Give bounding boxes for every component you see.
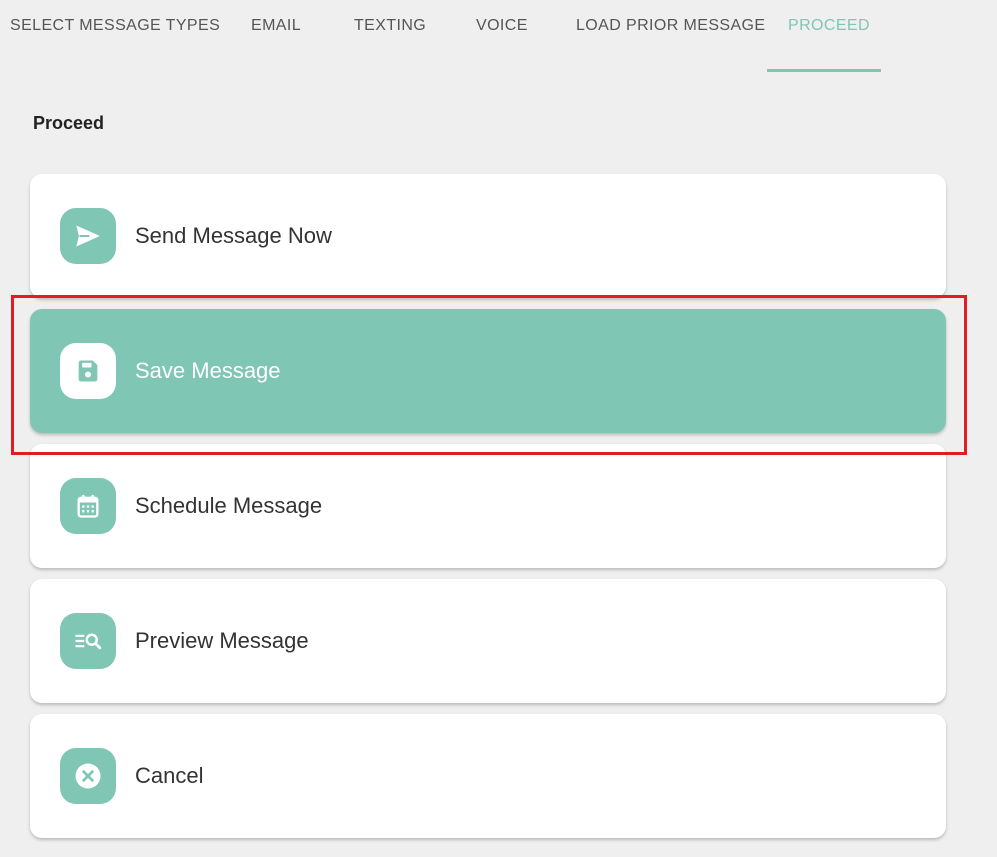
save-icon (60, 343, 116, 399)
proceed-page: SELECT MESSAGE TYPES EMAIL TEXTING VOICE… (0, 0, 997, 857)
cancel-icon (60, 748, 116, 804)
cancel-button[interactable]: Cancel (30, 714, 946, 838)
tab-voice[interactable]: VOICE (476, 17, 528, 35)
tab-select-message-types[interactable]: SELECT MESSAGE TYPES (10, 17, 220, 35)
tab-texting[interactable]: TEXTING (354, 17, 426, 35)
calendar-icon (60, 478, 116, 534)
tab-email[interactable]: EMAIL (251, 17, 301, 35)
preview-message-button[interactable]: Preview Message (30, 579, 946, 703)
schedule-message-button[interactable]: Schedule Message (30, 444, 946, 568)
section-title: Proceed (33, 113, 105, 133)
tab-proceed[interactable]: PROCEED (788, 17, 870, 35)
preview-search-icon (60, 613, 116, 669)
save-message-button[interactable]: Save Message (30, 309, 946, 433)
active-tab-indicator (767, 69, 881, 72)
save-message-label: Save Message (135, 358, 281, 383)
cancel-label: Cancel (135, 763, 204, 788)
schedule-message-label: Schedule Message (135, 493, 323, 518)
send-icon (60, 208, 116, 264)
send-message-now-button[interactable]: Send Message Now (30, 174, 946, 298)
tab-bar: SELECT MESSAGE TYPES EMAIL TEXTING VOICE… (0, 0, 997, 72)
send-message-now-label: Send Message Now (135, 223, 332, 248)
tab-load-prior-message[interactable]: LOAD PRIOR MESSAGE (576, 17, 765, 35)
preview-message-label: Preview Message (135, 628, 309, 653)
